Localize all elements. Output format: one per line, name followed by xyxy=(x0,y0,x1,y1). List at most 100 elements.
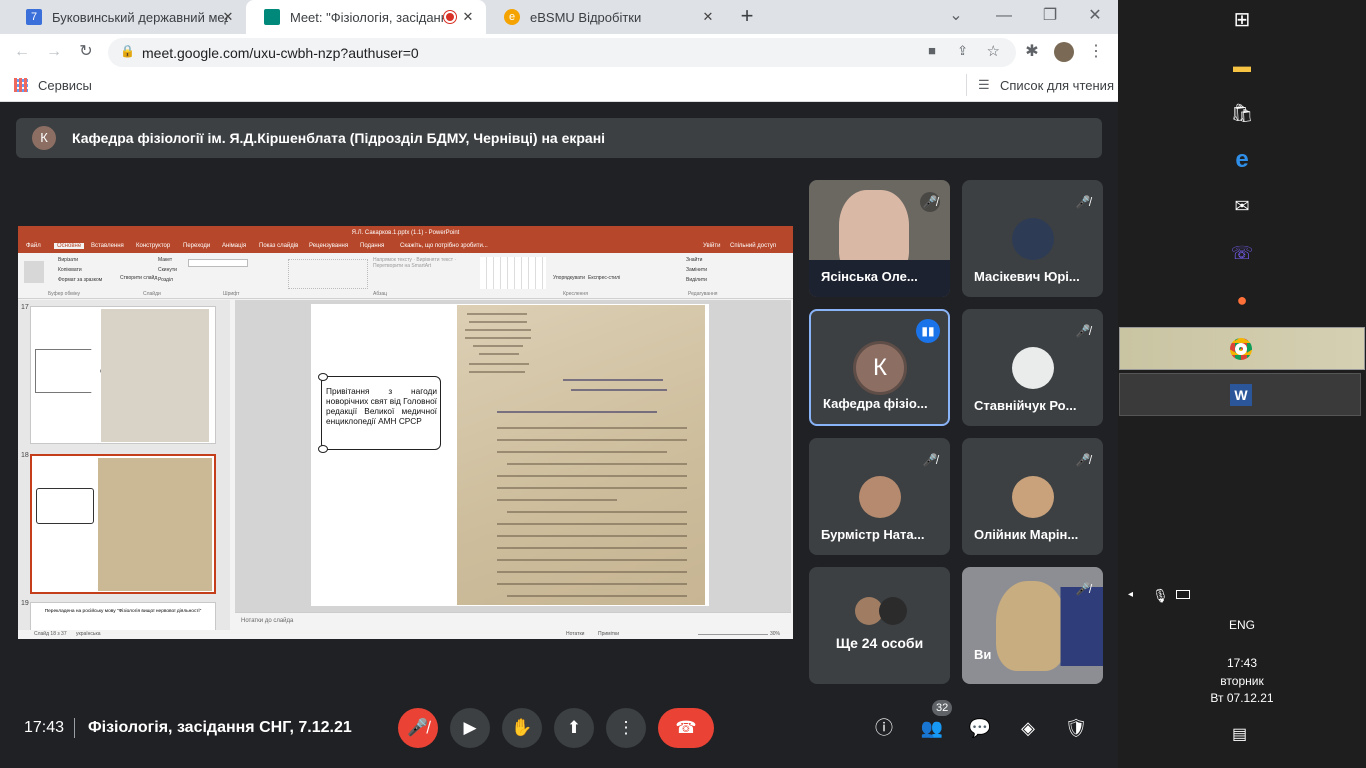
paragraph-controls[interactable] xyxy=(288,259,368,289)
notes-pane[interactable]: Нотатки до слайда xyxy=(235,612,791,630)
address-bar[interactable]: 🔒 meet.google.com/uxu-cwbh-nzp?authuser=… xyxy=(108,38,1016,67)
ribbon-group: Креслення xyxy=(563,291,588,297)
menu-item[interactable]: Файл xyxy=(26,243,41,249)
apps-icon[interactable] xyxy=(14,78,28,92)
menu-item[interactable]: Рецензування xyxy=(309,243,348,249)
zoom-slider[interactable] xyxy=(698,634,768,635)
ribbon-item[interactable]: Експрес-стилі xyxy=(588,275,620,281)
participant-tile[interactable]: 🎤̸ Бурмістр Ната... xyxy=(809,438,950,555)
menu-item[interactable]: Вставлення xyxy=(91,243,124,249)
ribbon-item[interactable]: Копіювати xyxy=(58,267,82,273)
extensions-icon[interactable]: ✱ xyxy=(1022,42,1042,62)
slide-thumbnail-18[interactable] xyxy=(30,454,216,594)
reading-list[interactable]: Список для чтения xyxy=(1000,78,1114,93)
close-icon[interactable]: ✕ xyxy=(700,9,716,25)
battery-icon[interactable] xyxy=(1176,590,1190,599)
taskbar-item-chrome-active[interactable] xyxy=(1119,327,1365,370)
share-icon[interactable]: ⇪ xyxy=(957,43,968,59)
ribbon-item[interactable]: Знайти xyxy=(686,257,702,263)
minimize-button[interactable]: — xyxy=(994,6,1014,26)
raise-hand-button[interactable]: ✋ xyxy=(502,708,542,748)
window-close-button[interactable]: ✕ xyxy=(1085,6,1105,26)
menu-item[interactable]: Показ слайдів xyxy=(259,243,298,249)
current-slide[interactable]: Привітання з нагоди новорічних свят від … xyxy=(311,304,709,606)
participant-tile[interactable]: 🎤̸ Ясінська Оле... xyxy=(809,180,950,297)
menu-item[interactable]: Конструктор xyxy=(136,243,170,249)
firefox-icon[interactable]: ● xyxy=(1226,284,1258,316)
windows-start-icon[interactable]: ⊞ xyxy=(1226,4,1258,36)
participant-tile[interactable]: 🎤̸ Олійник Марін... xyxy=(962,438,1103,555)
ribbon-item[interactable]: Формат за зразком xyxy=(58,277,102,283)
menu-item[interactable]: Переходи xyxy=(183,243,210,249)
mail-icon[interactable]: ✉ xyxy=(1226,190,1258,222)
shapes-gallery[interactable] xyxy=(480,257,546,289)
chevron-down-icon[interactable]: ⌄ xyxy=(946,6,966,26)
profile-avatar[interactable] xyxy=(1054,42,1074,62)
ribbon-item[interactable]: Упорядкувати xyxy=(553,275,585,281)
file-explorer-icon[interactable]: ▬ xyxy=(1226,50,1258,82)
input-language[interactable]: ENG xyxy=(1118,618,1366,632)
menu-item[interactable]: Скажіть, що потрібно зробити... xyxy=(400,243,488,249)
tab-bsmu[interactable]: 7 Буковинський державний меди ✕ xyxy=(8,0,246,34)
menu-item[interactable]: Анімація xyxy=(222,243,246,249)
ribbon-item[interactable]: Скинути xyxy=(158,267,177,273)
tab-label: Буковинський державний меди xyxy=(52,9,228,25)
star-icon[interactable]: ☆ xyxy=(987,42,1000,60)
reload-icon[interactable]: ↻ xyxy=(76,42,96,62)
scanned-letter xyxy=(457,305,705,605)
system-time[interactable]: 17:43 xyxy=(1118,656,1366,670)
taskbar-item-word[interactable]: W xyxy=(1119,373,1361,416)
participant-tile[interactable]: 🎤̸ Ставнійчук Ро... xyxy=(962,309,1103,426)
participant-tile[interactable]: 🎤̸ Масікевич Юрі... xyxy=(962,180,1103,297)
font-select[interactable] xyxy=(188,259,248,267)
ribbon-item[interactable]: Виділити xyxy=(686,277,707,283)
participant-tile-others[interactable]: Ще 24 особи xyxy=(809,567,950,684)
end-call-button[interactable]: ☎ xyxy=(658,708,714,748)
notes-button[interactable]: Нотатки xyxy=(566,631,584,637)
maximize-button[interactable]: ❐ xyxy=(1040,6,1060,26)
camera-icon[interactable]: ■ xyxy=(928,43,936,58)
bookmark-services[interactable]: Сервисы xyxy=(38,78,92,93)
participant-tile-speaking[interactable]: К ▮▮ Кафедра фізіо... xyxy=(809,309,950,426)
participant-tile-self[interactable]: 🎤̸ Ви xyxy=(962,567,1103,684)
close-icon[interactable]: ✕ xyxy=(220,9,236,25)
slide-thumbnail-19[interactable]: Перекладена на російську мову "Фізіологі… xyxy=(30,602,216,632)
store-icon[interactable]: 🛍 xyxy=(1226,97,1258,129)
comments-button[interactable]: Примітки xyxy=(598,631,619,637)
activities-icon[interactable]: ◈ xyxy=(1014,714,1042,742)
close-icon[interactable]: ✕ xyxy=(460,9,476,25)
viber-icon[interactable]: ☏ xyxy=(1226,237,1258,269)
forward-icon[interactable]: → xyxy=(44,42,64,62)
chat-icon[interactable]: 💬 xyxy=(966,714,994,742)
new-tab-button[interactable]: + xyxy=(736,5,758,27)
people-icon[interactable]: 👥 xyxy=(918,714,946,742)
more-options-button[interactable]: ⋮ xyxy=(606,708,646,748)
ribbon-item[interactable]: Замінити xyxy=(686,267,707,273)
mic-toggle-button[interactable]: 🎤̸ xyxy=(398,708,438,748)
ribbon-item[interactable]: Розділ xyxy=(158,277,173,283)
menu-item[interactable]: Основне xyxy=(54,243,85,249)
callout-text: Привітання з нагоди новорічних свят від … xyxy=(326,386,437,426)
text-direction-group[interactable]: Напрямок тексту · Вирівняти текст · Пере… xyxy=(373,257,483,289)
menu-item[interactable]: Подання xyxy=(360,243,384,249)
menu-item[interactable]: Спільний доступ xyxy=(730,243,776,249)
info-icon[interactable]: ⓘ xyxy=(870,714,898,742)
menu-item[interactable]: Увійти xyxy=(703,243,720,249)
tray-chevron-icon[interactable]: ◂ xyxy=(1128,589,1133,600)
host-controls-icon[interactable]: 🛡 xyxy=(1062,714,1090,742)
microphone-icon[interactable]: 🎙 xyxy=(1152,588,1169,604)
camera-toggle-button[interactable]: ▶ xyxy=(450,708,490,748)
ribbon-item[interactable]: Вирізати xyxy=(58,257,78,263)
tab-ebsmu[interactable]: e eBSMU Відробітки ✕ xyxy=(486,0,726,34)
slide-thumbnail-17[interactable] xyxy=(30,306,216,444)
edge-icon[interactable]: e xyxy=(1226,144,1258,176)
notification-icon[interactable]: ▤ xyxy=(1232,724,1247,744)
greeting-callout[interactable]: Привітання з нагоди новорічних свят від … xyxy=(318,373,441,453)
paste-icon[interactable] xyxy=(24,261,44,283)
tab-meet[interactable]: Meet: "Фізіологія, засідання ✕ xyxy=(246,0,486,34)
ribbon-item[interactable]: Макет xyxy=(158,257,172,263)
back-icon[interactable]: ← xyxy=(12,42,32,62)
ribbon-item[interactable]: Створити слайд xyxy=(120,275,157,281)
present-button[interactable]: ⬆ xyxy=(554,708,594,748)
more-vert-icon[interactable]: ⋮ xyxy=(1086,42,1106,62)
